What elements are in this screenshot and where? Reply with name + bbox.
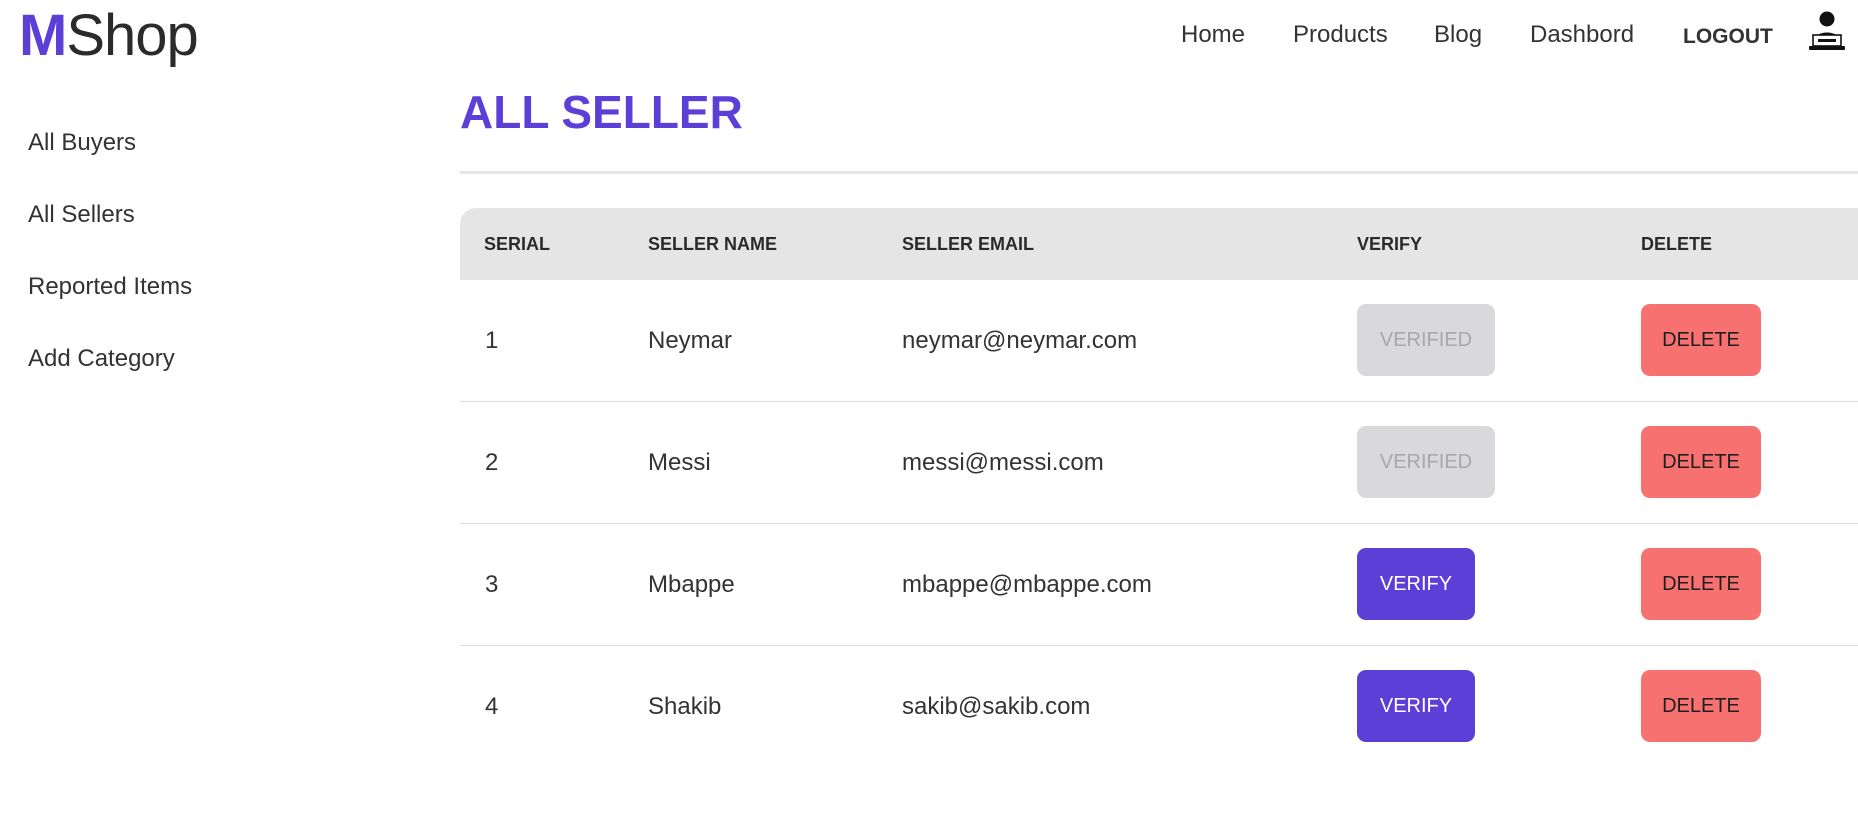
column-header-verify: VERIFY xyxy=(1357,234,1423,254)
cell-seller-email: mbappe@mbappe.com xyxy=(902,571,1152,598)
cell-seller-email: messi@messi.com xyxy=(902,449,1104,476)
verify-button[interactable]: VERIFY xyxy=(1357,670,1475,742)
brand-logo-text: Shop xyxy=(66,3,198,68)
column-header-serial: SERIAL xyxy=(484,234,551,254)
cell-seller-email: sakib@sakib.com xyxy=(902,693,1091,720)
verify-button[interactable]: VERIFY xyxy=(1357,548,1475,620)
sidebar-item-reported-items[interactable]: Reported Items xyxy=(28,272,192,302)
table-header: SERIAL SELLER NAME SELLER EMAIL VERIFY D… xyxy=(460,208,1858,280)
cell-serial: 4 xyxy=(485,693,499,720)
cell-seller-name: Messi xyxy=(648,449,711,476)
nav-link-blog[interactable]: Blog xyxy=(1434,20,1482,50)
cell-serial: 2 xyxy=(485,449,499,476)
cell-serial: 1 xyxy=(485,327,499,354)
brand-logo[interactable]: MShop xyxy=(19,3,199,68)
column-header-seller-name: SELLER NAME xyxy=(648,234,778,254)
page-title: ALL SELLER xyxy=(460,86,743,138)
column-header-delete: DELETE xyxy=(1641,234,1713,254)
title-divider xyxy=(460,171,1858,174)
sidebar-item-all-buyers[interactable]: All Buyers xyxy=(28,128,136,158)
cell-seller-name: Mbappe xyxy=(648,571,735,598)
cell-seller-name: Shakib xyxy=(648,693,722,720)
verified-button[interactable]: VERIFIED xyxy=(1357,426,1495,498)
delete-button[interactable]: DELETE xyxy=(1641,426,1761,498)
table-row: 4 Shakib sakib@sakib.com VERIFY DELETE xyxy=(460,646,1858,768)
delete-button[interactable]: DELETE xyxy=(1641,670,1761,742)
delete-button[interactable]: DELETE xyxy=(1641,304,1761,376)
table-row: 3 Mbappe mbappe@mbappe.com VERIFY DELETE xyxy=(460,524,1858,646)
sidebar-item-add-category[interactable]: Add Category xyxy=(28,344,175,374)
table-row: 2 Messi messi@messi.com VERIFIED DELETE xyxy=(460,402,1858,524)
admin-avatar-icon[interactable] xyxy=(1808,10,1846,52)
cell-seller-name: Neymar xyxy=(648,327,733,354)
cell-seller-email: neymar@neymar.com xyxy=(902,327,1138,354)
sellers-table: SERIAL SELLER NAME SELLER EMAIL VERIFY D… xyxy=(460,208,1858,768)
verified-button[interactable]: VERIFIED xyxy=(1357,304,1495,376)
nav-link-home[interactable]: Home xyxy=(1181,20,1245,50)
navbar: MShop Home Products Blog Dashbord LOGOUT xyxy=(0,0,1858,70)
delete-button[interactable]: DELETE xyxy=(1641,548,1761,620)
nav-link-products[interactable]: Products xyxy=(1293,20,1388,50)
column-header-seller-email: SELLER EMAIL xyxy=(902,234,1035,254)
sidebar-item-all-sellers[interactable]: All Sellers xyxy=(28,200,135,230)
cell-serial: 3 xyxy=(485,571,499,598)
table-row: 1 Neymar neymar@neymar.com VERIFIED DELE… xyxy=(460,280,1858,402)
logout-button[interactable]: LOGOUT xyxy=(1683,22,1773,52)
brand-logo-letter: M xyxy=(19,3,67,68)
nav-link-dashboard[interactable]: Dashbord xyxy=(1530,20,1634,50)
